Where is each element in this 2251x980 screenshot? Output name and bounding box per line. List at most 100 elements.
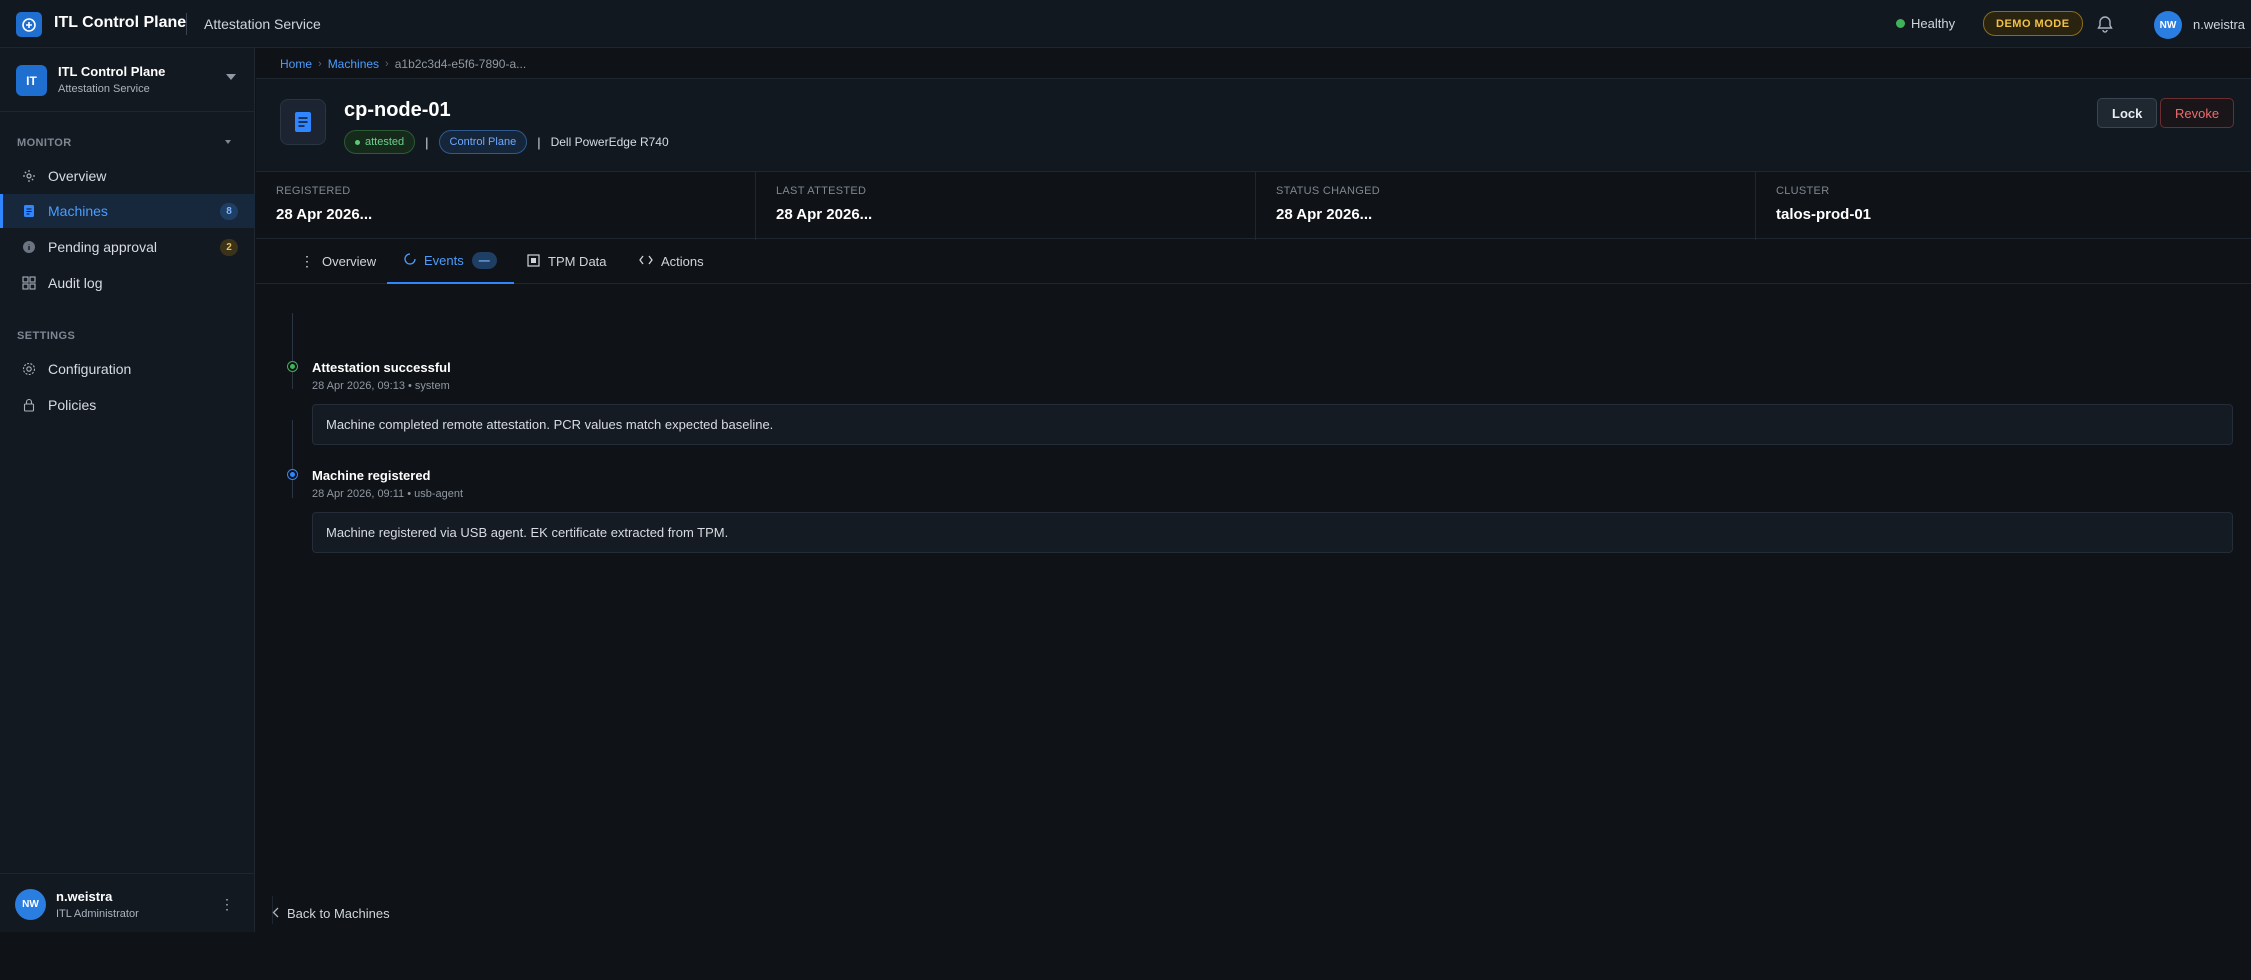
sidebar-item-machines[interactable]: Machines 8 (0, 194, 255, 228)
gear-icon (22, 362, 36, 376)
user-avatar[interactable]: NW (2154, 11, 2182, 39)
machine-icon (22, 204, 36, 218)
org-switcher[interactable]: IT ITL Control Plane Attestation Service (0, 48, 255, 112)
stat-value: talos-prod-01 (1776, 206, 1872, 223)
chip-icon (527, 253, 540, 270)
tab-overview[interactable]: ⋮ Overview (298, 239, 378, 284)
event-detail: Machine registered via USB agent. EK cer… (312, 512, 2233, 553)
org-avatar: IT (16, 65, 47, 96)
document-icon (280, 99, 326, 145)
section-label-monitor: MONITOR (17, 137, 72, 149)
health-indicator: Healthy (1896, 16, 1955, 31)
title-divider (186, 13, 187, 35)
app-title: ITL Control Plane (54, 14, 187, 31)
role-badge: Control Plane (438, 130, 528, 154)
org-name: ITL Control Plane (58, 64, 166, 79)
separator: | (537, 134, 541, 150)
health-label: Healthy (1911, 16, 1956, 31)
notifications-bell-icon[interactable] (2095, 14, 2115, 34)
sidebar-item-label: Pending approval (48, 239, 157, 255)
tab-label: Actions (661, 254, 704, 269)
app-logo-icon[interactable] (16, 12, 42, 37)
top-bar: ITL Control Plane Attestation Service He… (0, 0, 2251, 48)
section-label-settings: SETTINGS (17, 330, 76, 342)
sidebar-item-pending-approval[interactable]: Pending approval 2 (0, 230, 255, 264)
tab-actions[interactable]: Actions (639, 239, 704, 284)
avatar[interactable]: NW (15, 889, 46, 920)
more-vertical-icon[interactable]: ⋮ (220, 897, 234, 911)
kebab-icon: ⋮ (300, 253, 314, 269)
breadcrumb-home[interactable]: Home (280, 57, 312, 71)
service-title: Attestation Service (204, 16, 321, 32)
events-count-badge: — (471, 252, 497, 269)
sidebar-item-label: Policies (48, 397, 97, 413)
code-icon (639, 254, 653, 269)
lock-button[interactable]: Lock (2097, 98, 2158, 128)
sidebar-item-label: Configuration (48, 361, 132, 377)
lock-icon (22, 398, 36, 412)
stat-label: STATUS CHANGED (1276, 185, 1381, 197)
stat-value: 28 Apr 2026... (776, 206, 873, 223)
status-label: attested (365, 136, 405, 148)
main-content: Home › Machines › a1b2c3d4-e5f6-7890-a..… (256, 48, 2251, 932)
stat-status-changed: STATUS CHANGED 28 Apr 2026... (1256, 172, 1756, 240)
sidebar-user-name: n.weistra (56, 889, 113, 904)
caret-down-icon[interactable] (226, 74, 236, 80)
sidebar-item-label: Overview (48, 168, 107, 184)
user-name[interactable]: n.weistra (2193, 17, 2245, 32)
timeline-line (292, 313, 293, 389)
stat-label: LAST ATTESTED (776, 185, 867, 197)
timeline-dot-icon (287, 361, 298, 372)
stat-value: 28 Apr 2026... (276, 206, 373, 223)
stat-label: CLUSTER (1776, 185, 1830, 197)
overview-icon (22, 169, 36, 183)
grid-icon (22, 276, 36, 290)
stat-cluster: CLUSTER talos-prod-01 (1756, 172, 2251, 240)
sidebar-item-policies[interactable]: Policies (0, 388, 255, 422)
breadcrumb-machines[interactable]: Machines (328, 57, 379, 71)
sidebar-item-overview[interactable]: Overview (0, 159, 255, 193)
stat-value: 28 Apr 2026... (1276, 206, 1373, 223)
tab-label: Overview (322, 254, 377, 269)
status-badge: attested (344, 130, 416, 154)
tab-label: TPM Data (548, 254, 607, 269)
chevron-right-icon: › (385, 58, 389, 70)
event-meta: 28 Apr 2026, 09:13 • system (312, 380, 450, 392)
hardware-model: Dell PowerEdge R740 (550, 135, 669, 149)
chevron-left-icon (272, 906, 279, 921)
sidebar-item-audit-log[interactable]: Audit log (0, 266, 255, 300)
tab-label: Events (424, 253, 464, 268)
info-icon (22, 240, 36, 254)
tab-tpm-data[interactable]: TPM Data (527, 239, 607, 284)
revoke-button[interactable]: Revoke (2160, 98, 2235, 128)
event-title: Machine registered (312, 468, 431, 483)
demo-mode-badge: DEMO MODE (1983, 11, 2083, 36)
spinner-icon (404, 253, 416, 268)
machines-count-badge: 8 (220, 202, 238, 220)
breadcrumb-current: a1b2c3d4-e5f6-7890-a... (394, 57, 527, 71)
machine-header: cp-node-01 attested | Control Plane | De… (256, 79, 2251, 171)
sidebar-item-label: Machines (48, 203, 108, 219)
separator: | (425, 134, 429, 150)
sidebar-item-label: Audit log (48, 275, 103, 291)
tab-events[interactable]: Events — (387, 239, 514, 284)
health-dot-icon (1896, 19, 1905, 28)
status-dot-icon (355, 139, 360, 145)
org-subtitle: Attestation Service (58, 83, 150, 95)
chevron-right-icon: › (318, 58, 322, 70)
sidebar: IT ITL Control Plane Attestation Service… (0, 48, 255, 932)
collapse-caret-icon[interactable] (225, 140, 231, 144)
back-to-machines-link[interactable]: Back to Machines (272, 906, 390, 921)
stat-label: REGISTERED (276, 185, 351, 197)
timeline-line (292, 420, 293, 498)
pending-count-badge: 2 (220, 238, 238, 256)
stats-row: REGISTERED 28 Apr 2026... LAST ATTESTED … (256, 171, 2251, 240)
sidebar-user-panel: NW n.weistra ITL Administrator ⋮ (0, 873, 255, 932)
sidebar-user-role: ITL Administrator (56, 908, 139, 920)
tab-bar: ⋮ Overview Events — TPM Data Actions (256, 239, 2251, 284)
page-title: cp-node-01 (344, 99, 451, 121)
breadcrumb: Home › Machines › a1b2c3d4-e5f6-7890-a..… (280, 56, 526, 72)
event-detail: Machine completed remote attestation. PC… (312, 404, 2233, 445)
sidebar-item-configuration[interactable]: Configuration (0, 352, 255, 386)
stat-registered: REGISTERED 28 Apr 2026... (256, 172, 756, 240)
